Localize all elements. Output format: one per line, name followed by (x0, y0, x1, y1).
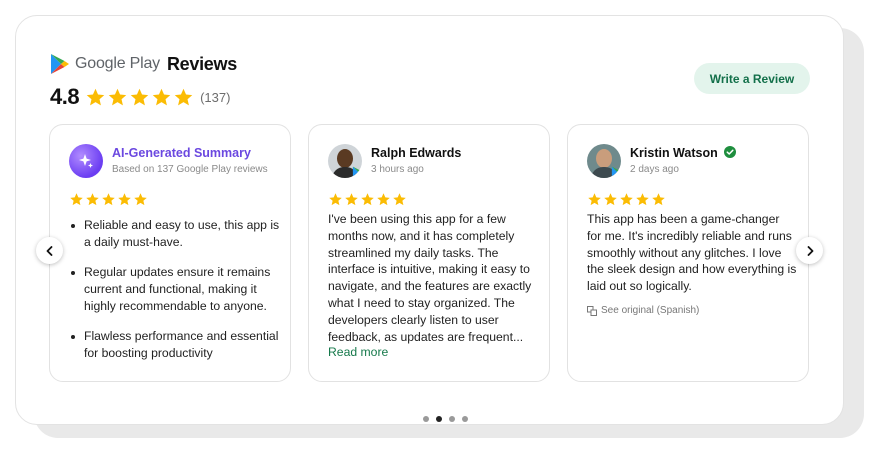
review-count: (137) (200, 89, 231, 105)
star-icon (86, 88, 105, 105)
write-review-button[interactable]: Write a Review (694, 63, 810, 94)
verified-icon (724, 146, 737, 158)
star-icon (620, 193, 633, 206)
average-rating: 4.8 (50, 84, 80, 109)
chevron-left-icon (46, 245, 52, 256)
star-icon (652, 193, 665, 206)
summary-bullet: Regular updates ensure it remains curren… (70, 264, 280, 315)
card-header: Ralph Edwards 3 hours ago (328, 144, 461, 178)
summary-subtitle: Based on 137 Google Play reviews (112, 164, 268, 175)
star-icon (588, 193, 601, 206)
star-icon (361, 193, 374, 206)
pagination-dot[interactable] (423, 416, 429, 422)
card-header: Kristin Watson 2 days ago (587, 144, 737, 178)
review-time: 3 hours ago (371, 164, 424, 175)
review-time: 2 days ago (630, 164, 679, 175)
star-icon (118, 193, 131, 206)
star-icon (604, 193, 617, 206)
see-original-link[interactable]: See original (Spanish) (587, 305, 699, 316)
widget-title: Reviews (166, 53, 237, 74)
summary-bullets: Reliable and easy to use, this app is a … (70, 217, 280, 375)
brand-name: Google Play (75, 55, 160, 72)
star-icon (636, 193, 649, 206)
review-card: Ralph Edwards 3 hours ago I've been usin… (308, 124, 550, 382)
sparkle-icon (69, 144, 103, 178)
rating-summary: 4.8 (137) (50, 84, 237, 109)
carousel-pagination (423, 416, 468, 422)
review-text: This app has been a game-changer for me.… (587, 212, 797, 294)
chevron-right-icon (807, 245, 813, 256)
see-original-label: See original (Spanish) (601, 305, 700, 316)
star-icon (345, 193, 358, 206)
card-header: AI-Generated Summary Based on 137 Google… (69, 144, 268, 178)
star-icon (102, 193, 115, 206)
star-icon (329, 193, 342, 206)
star-icon (108, 88, 127, 105)
brand: Google Play Reviews (50, 52, 237, 76)
star-icon (152, 88, 171, 105)
summary-bullet: Reliable and easy to use, this app is a … (70, 217, 280, 251)
reviewer-name-row: Kristin Watson (630, 145, 737, 161)
google-play-icon (51, 54, 69, 74)
star-icon (393, 193, 406, 206)
carousel-prev-button[interactable] (36, 237, 63, 264)
rating-stars (85, 87, 194, 108)
pagination-dot[interactable] (436, 416, 442, 422)
reviewer-name: Kristin Watson (630, 146, 718, 160)
google-play-icon (352, 166, 362, 178)
read-more-link[interactable]: Read more (328, 345, 388, 359)
pagination-dot[interactable] (462, 416, 468, 422)
star-icon (130, 88, 149, 105)
carousel-next-button[interactable] (796, 237, 823, 264)
avatar (587, 144, 621, 178)
review-card: Kristin Watson 2 days ago This app has b… (567, 124, 809, 382)
star-icon (86, 193, 99, 206)
summary-bullet: Flawless performance and essential for b… (70, 328, 280, 362)
review-text: I've been using this app for a few month… (328, 212, 532, 344)
star-icon (70, 193, 83, 206)
summary-title: AI-Generated Summary (112, 146, 251, 160)
ai-summary-card: AI-Generated Summary Based on 137 Google… (49, 124, 291, 382)
review-stars (328, 192, 407, 207)
google-play-icon (611, 166, 621, 178)
widget-header: Google Play Reviews 4.8 (137) (50, 52, 237, 110)
star-icon (377, 193, 390, 206)
star-icon (174, 88, 193, 105)
translate-icon (587, 305, 597, 316)
star-icon (134, 193, 147, 206)
summary-stars (69, 192, 148, 207)
avatar (328, 144, 362, 178)
reviewer-name: Ralph Edwards (371, 146, 462, 160)
pagination-dot[interactable] (449, 416, 455, 422)
review-stars (587, 192, 666, 207)
reviews-widget: Google Play Reviews 4.8 (137) Write a Re… (15, 15, 844, 425)
